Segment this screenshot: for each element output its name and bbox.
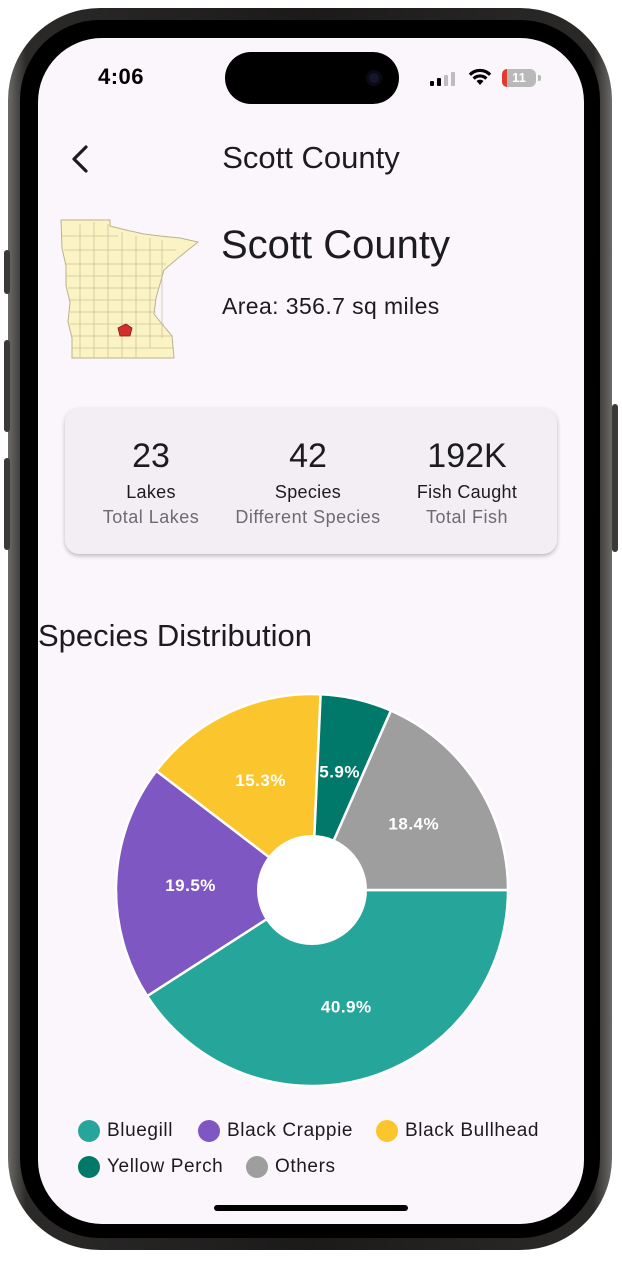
- legend-swatch: [78, 1156, 100, 1178]
- legend-label: Bluegill: [107, 1120, 174, 1141]
- legend-label: Black Crappie: [227, 1120, 354, 1141]
- stat-fish: 192K Fish Caught Total Fish: [385, 436, 549, 528]
- signal-icon: [430, 72, 455, 86]
- stat-sublabel: Total Fish: [425, 507, 509, 527]
- stat-value: 192K: [427, 437, 507, 475]
- nav-title: Scott County: [222, 140, 400, 175]
- power-button: [612, 404, 618, 552]
- pie-slice-label: 40.9%: [321, 998, 372, 1017]
- status-time: 4:06: [98, 64, 145, 89]
- pie-center-hole: [257, 835, 367, 945]
- volume-down-button: [4, 458, 10, 550]
- pie-slice-label: 18.4%: [388, 815, 439, 834]
- species-pie-chart: 40.9% 19.5% 15.3% 5.9% 18.4%: [114, 692, 510, 1088]
- legend-item: Black Bullhead: [376, 1120, 539, 1142]
- pie-slice-label: 19.5%: [165, 876, 216, 895]
- wifi-icon: [468, 68, 492, 85]
- legend-item: Others: [246, 1156, 336, 1178]
- legend-label: Others: [275, 1156, 336, 1177]
- camera-icon: [366, 70, 382, 86]
- stats-card: 23 Lakes Total Lakes 42 Species Differen…: [65, 408, 557, 554]
- battery-tip: [538, 75, 541, 81]
- stat-value: 23: [132, 437, 170, 475]
- legend-item: Yellow Perch: [78, 1156, 223, 1178]
- stat-sublabel: Different Species: [235, 507, 381, 527]
- pie-slice-label: 5.9%: [319, 763, 360, 782]
- legend-item: Bluegill: [78, 1120, 173, 1142]
- legend-swatch: [246, 1156, 268, 1178]
- stat-label: Lakes: [126, 482, 176, 502]
- stat-lakes: 23 Lakes Total Lakes: [69, 436, 233, 528]
- volume-up-button: [4, 340, 10, 432]
- legend-swatch: [78, 1120, 100, 1142]
- home-indicator[interactable]: [214, 1205, 408, 1211]
- section-title: Species Distribution: [38, 618, 312, 653]
- battery-icon: 11: [502, 69, 536, 87]
- pie-slice-label: 15.3%: [235, 771, 286, 790]
- stat-label: Fish Caught: [416, 482, 518, 502]
- battery-percent: 11: [512, 70, 526, 85]
- legend-swatch: [198, 1120, 220, 1142]
- legend-swatch: [376, 1120, 398, 1142]
- stat-value: 42: [289, 437, 327, 475]
- legend-label: Black Bullhead: [405, 1120, 540, 1141]
- app-screen: 4:06 11 Scott County Scott County Area: …: [38, 38, 584, 1224]
- stat-sublabel: Total Lakes: [102, 507, 200, 527]
- action-button: [4, 250, 10, 294]
- county-name: Scott County: [221, 223, 451, 267]
- county-area: Area: 356.7 sq miles: [222, 293, 440, 319]
- legend-label: Yellow Perch: [107, 1156, 224, 1177]
- stat-species: 42 Species Different Species: [226, 436, 390, 528]
- stat-label: Species: [274, 482, 342, 502]
- legend-item: Black Crappie: [198, 1120, 353, 1142]
- minnesota-map-icon: [60, 219, 200, 359]
